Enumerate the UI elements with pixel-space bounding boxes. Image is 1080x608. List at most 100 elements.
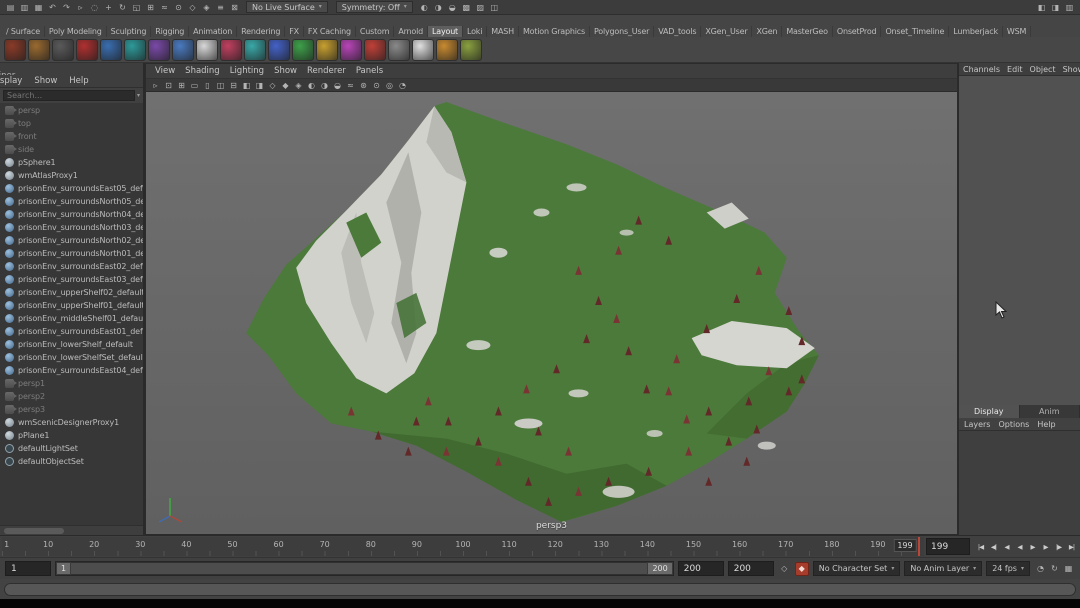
field-chart-icon[interactable]: ⊟ <box>227 79 240 92</box>
construction-icon[interactable]: ⊠ <box>228 1 241 14</box>
outliner-item-prisonenv-surroundsnorth01-default[interactable]: prisonEnv_surroundsNorth01_default <box>0 247 143 260</box>
render-settings-icon[interactable]: ◒ <box>446 1 459 14</box>
shelf-tab-rigging[interactable]: Rigging <box>151 26 189 37</box>
shelf-tab-custom[interactable]: Custom <box>356 26 394 37</box>
undo-icon[interactable]: ↶ <box>46 1 59 14</box>
shelf-tool-18[interactable] <box>412 39 434 61</box>
scrollbar-thumb[interactable] <box>4 528 64 534</box>
shelf-tab-fx[interactable]: FX <box>285 26 304 37</box>
character-set-icon[interactable]: ◇ <box>778 562 791 575</box>
outliner-item-prisonenv-uppershelf02-default[interactable]: prisonEnv_upperShelf02_default <box>0 286 143 299</box>
viewport-canvas[interactable]: persp3 <box>146 92 957 534</box>
shelf-tab-loki[interactable]: Loki <box>463 26 487 37</box>
shelf-tab-xgen[interactable]: XGen <box>752 26 782 37</box>
play-forwards-button[interactable]: ▶ <box>1026 539 1039 555</box>
shelf-tab-surface[interactable]: / Surface <box>2 26 45 37</box>
timeline-track[interactable]: 199 110203040506070809010011012013014015… <box>2 537 924 556</box>
viewport-menu-show[interactable]: Show <box>269 66 302 76</box>
camera-lock-icon[interactable]: ⊡ <box>162 79 175 92</box>
multisample-icon[interactable]: ⊛ <box>357 79 370 92</box>
safe-action-icon[interactable]: ◧ <box>240 79 253 92</box>
playback-speed-icon[interactable]: ◔ <box>1034 562 1047 575</box>
outliner-item-wmatlasproxy1[interactable]: wmAtlasProxy1 <box>0 169 143 182</box>
range-end-handle[interactable]: 200 <box>647 562 672 575</box>
play-backwards-button[interactable]: ◀ <box>1013 539 1026 555</box>
render-icon[interactable]: ◐ <box>418 1 431 14</box>
shelf-tab-animation[interactable]: Animation <box>189 26 237 37</box>
playhead[interactable] <box>918 537 920 556</box>
outliner-item-defaultobjectset[interactable]: defaultObjectSet <box>0 455 143 468</box>
step-back-key-button[interactable]: ◀| <box>987 539 1000 555</box>
viewport-menu-view[interactable]: View <box>150 66 180 76</box>
auto-keyframe-button[interactable]: ◆ <box>795 562 809 576</box>
shelf-tab-fx-caching[interactable]: FX Caching <box>304 26 356 37</box>
paint-select-icon[interactable]: + <box>102 1 115 14</box>
outliner-item-front[interactable]: front <box>0 130 143 143</box>
shelf-tool-09[interactable] <box>196 39 218 61</box>
outliner-item-persp[interactable]: persp <box>0 104 143 117</box>
tab-display[interactable]: Display <box>959 405 1020 418</box>
anim-start-field[interactable]: 1 <box>5 561 51 576</box>
scale-tool-icon[interactable]: ◱ <box>130 1 143 14</box>
anim-end-field[interactable]: 200 <box>728 561 774 576</box>
toolbox-icon[interactable]: ◫ <box>488 1 501 14</box>
grid-toggle-icon[interactable]: ⊞ <box>175 79 188 92</box>
shelf-tool-20[interactable] <box>460 39 482 61</box>
outliner-item-prisonenv-uppershelf01-default[interactable]: prisonEnv_upperShelf01_default <box>0 299 143 312</box>
shelf-tool-12[interactable] <box>268 39 290 61</box>
outliner-item-wmscenicdesignerproxy1[interactable]: wmScenicDesignerProxy1 <box>0 416 143 429</box>
snap-point-icon[interactable]: ⊙ <box>172 1 185 14</box>
channel-box-toggle-icon[interactable]: ▥ <box>1063 1 1076 14</box>
viewport-menu-renderer[interactable]: Renderer <box>302 66 351 76</box>
character-set-dropdown[interactable]: No Character Set ▾ <box>813 561 901 576</box>
shelf-tool-06[interactable] <box>124 39 146 61</box>
viewport-menu-lighting[interactable]: Lighting <box>225 66 269 76</box>
anim-preferences-icon[interactable]: ▦ <box>1062 562 1075 575</box>
go-to-end-button[interactable]: ▶| <box>1065 539 1078 555</box>
outliner-item-prisonenv-surroundsnorth04-default[interactable]: prisonEnv_surroundsNorth04_default <box>0 208 143 221</box>
ipr-render-icon[interactable]: ◑ <box>432 1 445 14</box>
shelf-tab-rendering[interactable]: Rendering <box>237 26 285 37</box>
symmetry-dropdown[interactable]: Symmetry: Off ▾ <box>336 1 413 13</box>
shelf-tool-04[interactable] <box>76 39 98 61</box>
shelf-tool-03[interactable] <box>52 39 74 61</box>
outliner-item-top[interactable]: top <box>0 117 143 130</box>
resolution-gate-icon[interactable]: ▯ <box>201 79 214 92</box>
shelf-tool-17[interactable] <box>388 39 410 61</box>
shelf-tool-08[interactable] <box>172 39 194 61</box>
tab-anim[interactable]: Anim <box>1020 405 1080 418</box>
outliner-item-prisonenv-lowershelfset-default[interactable]: prisonEnv_lowerShelfSet_default <box>0 351 143 364</box>
tool-settings-toggle-icon[interactable]: ◨ <box>1049 1 1062 14</box>
shelf-tool-05[interactable] <box>100 39 122 61</box>
outliner-item-defaultlightset[interactable]: defaultLightSet <box>0 442 143 455</box>
snap-view-icon[interactable]: ◈ <box>200 1 213 14</box>
shelf-tool-10[interactable] <box>220 39 242 61</box>
snap-curve-icon[interactable]: ≈ <box>158 1 171 14</box>
outliner-item-prisonenv-surroundsnorth03-default[interactable]: prisonEnv_surroundsNorth03_default <box>0 221 143 234</box>
step-forward-frame-button[interactable]: ▶ <box>1039 539 1052 555</box>
wireframe-icon[interactable]: ◇ <box>266 79 279 92</box>
gate-mask-icon[interactable]: ◫ <box>214 79 227 92</box>
anim-layer-dropdown[interactable]: No Anim Layer ▾ <box>904 561 982 576</box>
safe-title-icon[interactable]: ◨ <box>253 79 266 92</box>
xray-icon[interactable]: ◎ <box>383 79 396 92</box>
go-to-start-button[interactable]: |◀ <box>974 539 987 555</box>
snap-grid-icon[interactable]: ⊞ <box>144 1 157 14</box>
ambient-occlusion-icon[interactable]: ◒ <box>331 79 344 92</box>
command-line-field[interactable] <box>4 583 1076 596</box>
outliner-item-prisonenv-surroundseast03-default[interactable]: prisonEnv_surroundsEast03_default <box>0 273 143 286</box>
range-start-handle[interactable]: 1 <box>56 562 71 575</box>
shelf-tool-13[interactable] <box>292 39 314 61</box>
shelf-tab-mash[interactable]: MASH <box>487 26 519 37</box>
outliner-item-prisonenv-surroundseast01-default[interactable]: prisonEnv_surroundsEast01_default <box>0 325 143 338</box>
playback-end-field[interactable]: 200 <box>678 561 724 576</box>
outliner-item-pplane1[interactable]: pPlane1 <box>0 429 143 442</box>
save-scene-icon[interactable]: ▦ <box>32 1 45 14</box>
outliner-item-prisonenv-surroundsnorth05-default[interactable]: prisonEnv_surroundsNorth05_default <box>0 195 143 208</box>
hypershade-icon[interactable]: ▨ <box>474 1 487 14</box>
motion-blur-icon[interactable]: ≈ <box>344 79 357 92</box>
channel-box-menu-channels[interactable]: Channels <box>960 65 1003 74</box>
step-forward-key-button[interactable]: |▶ <box>1052 539 1065 555</box>
select-icon[interactable]: ▹ <box>149 79 162 92</box>
exposure-icon[interactable]: ◔ <box>396 79 409 92</box>
